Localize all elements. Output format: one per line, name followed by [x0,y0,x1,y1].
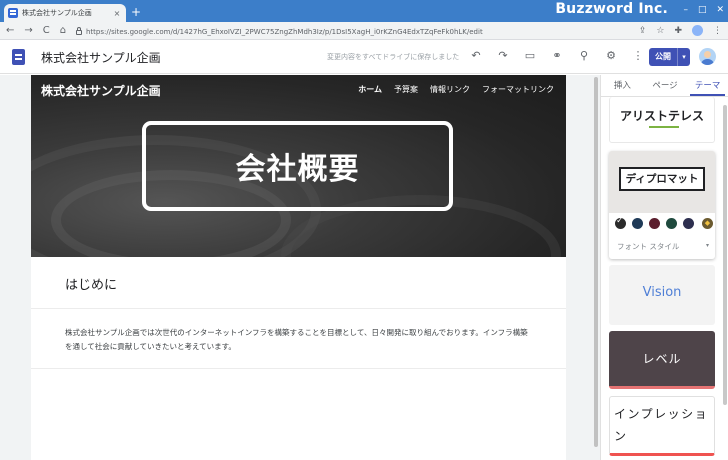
brand-watermark: Buzzword Inc. [555,1,668,17]
browser-nav: ← → C ⌂ [6,24,66,37]
custom-color-paint-icon[interactable]: ◆ [702,218,713,229]
theme-name: レベル [642,352,682,366]
site-nav-home[interactable]: ホーム [358,84,382,95]
publish-label[interactable]: 公開 [649,48,678,66]
hero-title-box[interactable]: 会社概要 [142,121,453,211]
panel-scrollbar-thumb[interactable] [723,105,727,405]
bookmark-star-icon[interactable]: ☆ [656,25,664,37]
canvas-scrollbar-thumb[interactable] [594,77,598,447]
color-swatch[interactable] [649,218,660,229]
canvas-scrollbar[interactable] [593,75,599,460]
tab-title: 株式会社サンプル企画 [22,9,92,17]
site-title[interactable]: 株式会社サンプル企画 [41,49,161,66]
profile-icon[interactable] [692,25,703,36]
site-nav-format-links[interactable]: フォーマットリンク [482,84,554,95]
color-swatch[interactable] [632,218,643,229]
theme-accent-line [649,126,679,128]
theme-card-diplomat[interactable]: ディプロマット ◆ フォント スタイル ▾ [609,151,715,259]
publish-button[interactable]: 公開 ▾ [649,48,690,66]
side-panel: 挿入 ページ テーマ アリストテレス ディプロマット ◆ フォント スタイル ▾… [600,75,728,460]
color-swatch[interactable] [666,218,677,229]
theme-name: インプレッション [614,407,709,443]
theme-name: ディプロマット [619,167,705,191]
new-tab-button[interactable]: + [131,5,141,19]
intro-body-section[interactable]: 株式会社サンプル企画では次世代のインターネットインフラを構築することを目標として… [31,309,566,369]
font-style-caret-icon[interactable]: ▾ [706,242,709,249]
color-swatch-selected[interactable] [615,216,626,229]
save-status: 変更内容をすべてドライブに保存しました [327,53,460,61]
theme-card-aristotle[interactable]: アリストテレス [609,97,715,143]
intro-heading-section[interactable]: はじめに [31,257,566,309]
more-options-icon[interactable]: ⋮ [632,49,644,63]
undo-icon[interactable]: ↶ [470,49,482,63]
hero-title[interactable]: 会社概要 [236,144,360,188]
settings-gear-icon[interactable]: ⚙ [605,49,617,63]
close-icon[interactable]: ✕ [716,3,724,17]
section-body-text[interactable]: 株式会社サンプル企画では次世代のインターネットインフラを構築することを目標として… [65,326,535,353]
site-brand[interactable]: 株式会社サンプル企画 [41,82,161,99]
browser-menu-icon[interactable]: ⋮ [713,25,722,37]
forward-icon[interactable]: → [24,24,32,37]
hero-banner[interactable]: 株式会社サンプル企画 ホーム 予算案 情報リンク フォーマットリンク 会社概要 [31,75,566,257]
lock-icon[interactable] [76,27,82,35]
publish-dropdown-icon[interactable]: ▾ [678,48,690,66]
theme-card-impression[interactable]: インプレッション [609,396,715,456]
site-nav-info-links[interactable]: 情報リンク [430,84,470,95]
browser-tab[interactable]: 株式会社サンプル企画 × [4,4,126,22]
url-field[interactable]: https://sites.google.com/d/1427hG_EhxoIV… [76,25,606,38]
color-swatch[interactable] [683,218,694,229]
reload-icon[interactable]: C [43,24,50,37]
maximize-icon[interactable]: □ [698,3,707,17]
home-icon[interactable]: ⌂ [60,24,66,37]
site-navigation: ホーム 予算案 情報リンク フォーマットリンク [358,84,554,95]
theme-card-vision[interactable]: Vision [609,265,715,325]
section-heading[interactable]: はじめに [65,274,117,293]
share-page-icon[interactable]: ⇪ [639,25,647,37]
site-page: 株式会社サンプル企画 ホーム 予算案 情報リンク フォーマットリンク 会社概要 … [31,75,566,460]
tab-pages[interactable]: ページ [644,75,687,96]
share-with-others-icon[interactable]: ⚲ [578,49,590,63]
tab-close-icon[interactable]: × [112,9,122,18]
editor-toolbar: ↶ ↷ ▭ ⚭ ⚲ ⚙ ⋮ [470,49,644,63]
preview-icon[interactable]: ▭ [524,49,536,63]
window-controls: – □ ✕ [683,3,724,17]
url-text: https://sites.google.com/d/1427hG_EhxoIV… [86,27,483,36]
theme-color-options: ◆ フォント スタイル ▾ [609,213,715,259]
theme-name: アリストテレス [619,109,704,123]
theme-name: Vision [642,285,682,300]
link-icon[interactable]: ⚭ [551,49,563,63]
minimize-icon[interactable]: – [683,3,688,17]
tab-insert[interactable]: 挿入 [601,75,644,96]
editor-header: 株式会社サンプル企画 変更内容をすべてドライブに保存しました ↶ ↷ ▭ ⚭ ⚲… [0,40,728,74]
tab-themes[interactable]: テーマ [686,75,728,96]
sites-logo-icon[interactable] [12,49,25,65]
browser-actions: ⇪ ☆ ✚ ⋮ [639,25,722,37]
avatar[interactable] [699,48,716,65]
panel-scrollbar[interactable] [722,97,728,460]
address-bar: ← → C ⌂ https://sites.google.com/d/1427h… [0,22,728,40]
site-nav-budget[interactable]: 予算案 [394,84,418,95]
extensions-icon[interactable]: ✚ [674,25,682,37]
back-icon[interactable]: ← [6,24,14,37]
redo-icon[interactable]: ↷ [497,49,509,63]
sites-favicon-icon [8,8,18,18]
panel-tabs: 挿入 ページ テーマ [601,75,728,97]
font-style-dropdown[interactable]: フォント スタイル [617,241,679,252]
theme-card-level[interactable]: レベル [609,331,715,389]
browser-tab-bar: 株式会社サンプル企画 × + Buzzword Inc. – □ ✕ [0,0,728,22]
